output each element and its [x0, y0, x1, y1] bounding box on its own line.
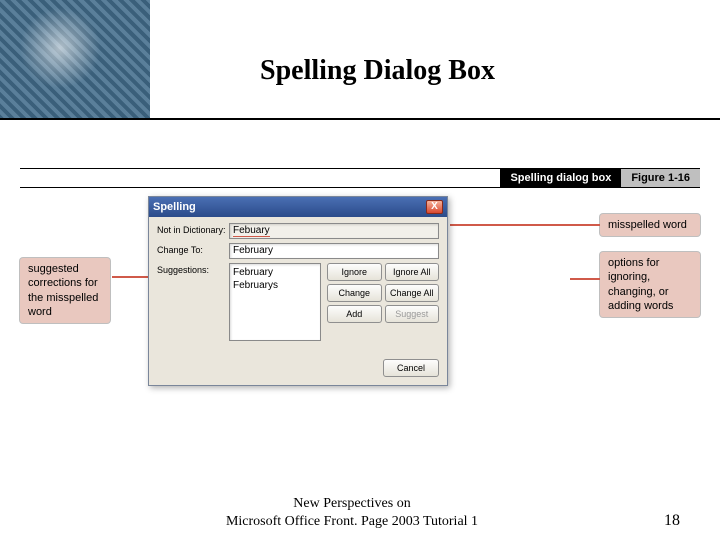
field-change-to[interactable]: February [229, 243, 439, 259]
cancel-button[interactable]: Cancel [383, 359, 439, 377]
footer-line1: New Perspectives on [226, 495, 478, 513]
callout-misspelled: misspelled word [600, 214, 700, 236]
figure-number: Figure 1-16 [621, 169, 700, 187]
slide-title: Spelling Dialog Box [260, 55, 495, 87]
dialog-body: Not in Dictionary: Febuary Change To: Fe… [149, 217, 447, 385]
cancel-row: Cancel [157, 359, 439, 377]
label-suggestions: Suggestions: [157, 263, 223, 275]
row-not-in-dictionary: Not in Dictionary: Febuary [157, 223, 439, 239]
label-not-in-dictionary: Not in Dictionary: [157, 223, 223, 235]
footer-line2: Microsoft Office Front. Page 2003 Tutori… [226, 513, 478, 531]
ignore-all-button[interactable]: Ignore All [385, 263, 440, 281]
suggestion-item[interactable]: February [233, 266, 317, 279]
field-not-in-dictionary: Febuary [229, 223, 439, 239]
button-column: Ignore Ignore All Change Change All Add … [327, 263, 439, 323]
slide-footer: New Perspectives on Microsoft Office Fro… [0, 495, 720, 530]
value-not-in-dictionary: Febuary [233, 225, 270, 237]
callout-line-mid [570, 278, 600, 280]
decorative-globe-image [0, 0, 150, 120]
suggestions-listbox[interactable]: February Februarys [229, 263, 321, 341]
figure-wrap: Spelling dialog box Figure 1-16 suggeste… [20, 168, 700, 418]
footer-text: New Perspectives on Microsoft Office Fro… [226, 495, 478, 530]
callout-options: options for ignoring, changing, or addin… [600, 252, 700, 317]
suggestion-item[interactable]: Februarys [233, 279, 317, 292]
callout-line-left [112, 276, 148, 278]
callout-suggestions: suggested corrections for the misspelled… [20, 258, 110, 323]
figure-stage: suggested corrections for the misspelled… [20, 188, 700, 418]
change-all-button[interactable]: Change All [385, 284, 440, 302]
ignore-button[interactable]: Ignore [327, 263, 382, 281]
dialog-titlebar[interactable]: Spelling X [149, 197, 447, 217]
add-button[interactable]: Add [327, 305, 382, 323]
header-rule [0, 118, 720, 120]
suggest-button[interactable]: Suggest [385, 305, 440, 323]
dialog-title: Spelling [153, 201, 196, 213]
close-icon[interactable]: X [426, 200, 443, 214]
label-change-to: Change To: [157, 243, 223, 255]
spelling-dialog: Spelling X Not in Dictionary: Febuary Ch… [148, 196, 448, 386]
figure-caption-bar: Spelling dialog box Figure 1-16 [20, 168, 700, 188]
change-button[interactable]: Change [327, 284, 382, 302]
row-change-to: Change To: February [157, 243, 439, 259]
figure-caption: Spelling dialog box [500, 169, 621, 187]
row-suggestions: Suggestions: February Februarys Ignore I… [157, 263, 439, 341]
value-change-to: February [233, 245, 273, 256]
callout-line-top [450, 224, 600, 226]
slide-number: 18 [664, 512, 680, 530]
slide-header: Spelling Dialog Box [0, 0, 720, 120]
